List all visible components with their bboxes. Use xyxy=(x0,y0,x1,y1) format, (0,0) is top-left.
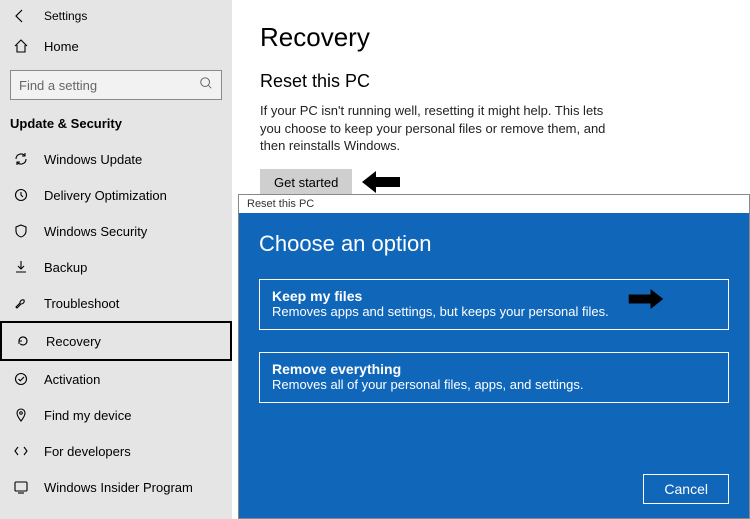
sidebar-item-windows-security[interactable]: Windows Security xyxy=(0,213,232,249)
backup-icon xyxy=(12,259,30,275)
sidebar-home-label: Home xyxy=(44,39,79,54)
main-content: Recovery Reset this PC If your PC isn't … xyxy=(232,0,750,218)
sidebar-item-troubleshoot[interactable]: Troubleshoot xyxy=(0,285,232,321)
sidebar-item-windows-update[interactable]: Windows Update xyxy=(0,141,232,177)
wrench-icon xyxy=(12,295,30,311)
insider-icon xyxy=(12,479,30,495)
option-desc: Removes all of your personal files, apps… xyxy=(272,377,716,392)
sidebar-item-backup[interactable]: Backup xyxy=(0,249,232,285)
sidebar-item-label: For developers xyxy=(44,444,131,459)
delivery-icon xyxy=(12,187,30,203)
activation-icon xyxy=(12,371,30,387)
annotation-arrow-icon xyxy=(362,171,400,193)
shield-icon xyxy=(12,223,30,239)
sidebar-item-for-developers[interactable]: For developers xyxy=(0,433,232,469)
back-icon[interactable] xyxy=(12,8,28,24)
location-icon xyxy=(12,407,30,423)
section-heading: Reset this PC xyxy=(260,71,722,92)
cancel-button[interactable]: Cancel xyxy=(643,474,729,504)
sidebar-home[interactable]: Home xyxy=(0,28,232,64)
sidebar-item-find-my-device[interactable]: Find my device xyxy=(0,397,232,433)
sidebar-item-insider[interactable]: Windows Insider Program xyxy=(0,469,232,505)
sidebar-item-label: Find my device xyxy=(44,408,131,423)
sidebar-item-delivery-optimization[interactable]: Delivery Optimization xyxy=(0,177,232,213)
search-icon xyxy=(199,76,213,95)
sidebar-item-label: Recovery xyxy=(46,334,101,349)
sidebar-group-title: Update & Security xyxy=(0,110,232,141)
sidebar-item-label: Delivery Optimization xyxy=(44,188,167,203)
sidebar-item-label: Backup xyxy=(44,260,87,275)
sidebar-item-label: Activation xyxy=(44,372,100,387)
recovery-icon xyxy=(14,333,32,349)
search-input[interactable] xyxy=(19,78,199,93)
developer-icon xyxy=(12,443,30,459)
sidebar-item-activation[interactable]: Activation xyxy=(0,361,232,397)
settings-sidebar: Settings Home Update & Security Windows … xyxy=(0,0,232,519)
sidebar-item-label: Windows Insider Program xyxy=(44,480,193,495)
option-remove-everything[interactable]: Remove everything Removes all of your pe… xyxy=(259,352,729,403)
sidebar-item-label: Windows Security xyxy=(44,224,147,239)
annotation-arrow-icon xyxy=(628,289,664,314)
sidebar-item-label: Windows Update xyxy=(44,152,142,167)
page-heading: Recovery xyxy=(260,22,722,53)
dialog-heading: Choose an option xyxy=(259,231,729,257)
sync-icon xyxy=(12,151,30,167)
option-keep-my-files[interactable]: Keep my files Removes apps and settings,… xyxy=(259,279,729,330)
reset-pc-dialog: Reset this PC Choose an option Keep my f… xyxy=(238,194,750,519)
home-icon xyxy=(12,38,30,54)
dialog-titlebar: Reset this PC xyxy=(239,195,749,213)
option-title: Remove everything xyxy=(272,361,716,377)
get-started-button[interactable]: Get started xyxy=(260,169,352,196)
section-body: If your PC isn't running well, resetting… xyxy=(260,102,610,155)
sidebar-item-label: Troubleshoot xyxy=(44,296,119,311)
sidebar-item-recovery[interactable]: Recovery xyxy=(0,321,232,361)
app-title: Settings xyxy=(44,9,87,23)
sidebar-search[interactable] xyxy=(10,70,222,100)
